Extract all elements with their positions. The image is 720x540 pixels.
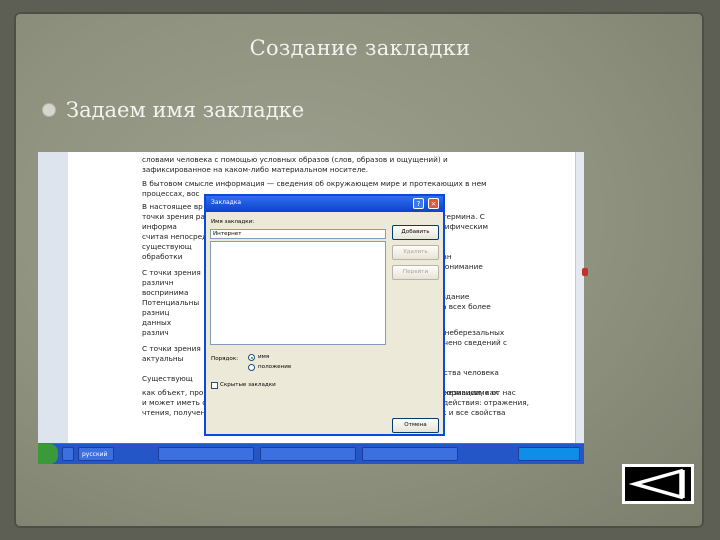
sort-label: Порядок: [211, 356, 239, 362]
start-button[interactable] [38, 444, 58, 464]
sort-by-name-label: имя [258, 354, 270, 360]
screenshot: словами человека с помощью условных обра… [38, 152, 584, 464]
document-line: зафиксированное на каком-либо материальн… [142, 165, 369, 174]
sort-by-position-label: положение [258, 364, 292, 370]
sort-by-position-radio[interactable] [248, 364, 255, 371]
taskbar-window-button[interactable] [158, 447, 254, 461]
document-line: воспринима [142, 288, 189, 297]
document-line: В бытовом смысле информация — сведения о… [142, 179, 487, 188]
document-line: процессах, вос [142, 189, 200, 198]
bookmark-name-label: Имя закладки: [211, 219, 255, 225]
quicklaunch-icon[interactable] [62, 447, 74, 461]
document-line: существующ [142, 242, 192, 251]
hidden-bookmarks-label: Скрытые закладки [220, 382, 276, 388]
document-line: С точки зрения [142, 344, 201, 353]
dialog-title: Закладка [211, 199, 242, 206]
close-icon[interactable]: × [428, 198, 439, 209]
document-line: различ [142, 328, 169, 337]
document-line: словами человека с помощью условных обра… [142, 155, 448, 164]
document-line: информа [142, 222, 177, 231]
document-line: С точки зрения [142, 268, 201, 277]
bullet-item: Задаем имя закладке [42, 98, 304, 122]
taskbar: русский [38, 443, 584, 464]
bookmark-name-input[interactable]: Интернет [210, 229, 386, 239]
bookmark-dialog: Закладка ? × Имя закладки: Интернет Доба… [204, 194, 445, 436]
slide-marker [582, 268, 588, 276]
sort-by-name-radio[interactable] [248, 354, 255, 361]
bullet-text: Задаем имя закладке [66, 98, 305, 122]
delete-button[interactable]: Удалить [392, 245, 439, 260]
document-line: актуальны [142, 354, 184, 363]
back-nav-button[interactable] [622, 464, 694, 504]
document-line: Существующ [142, 374, 193, 383]
left-navigation-rail [38, 152, 69, 444]
help-icon[interactable]: ? [413, 198, 424, 209]
goto-button[interactable]: Перейти [392, 265, 439, 280]
document-line: В настоящее вр [142, 202, 203, 211]
taskbar-window-button[interactable] [260, 447, 356, 461]
document-line: считая непосред [142, 232, 208, 241]
document-line: данных [142, 318, 172, 327]
back-triangle-icon [628, 468, 685, 500]
document-line: разниц [142, 308, 170, 317]
slide-title: Создание закладки [249, 36, 471, 60]
bullet-dot-icon [42, 103, 56, 117]
hidden-bookmarks-checkbox[interactable] [211, 382, 218, 389]
document-line: точки зрения ра [142, 212, 205, 221]
slide: Создание закладки Задаем имя закладке сл… [0, 0, 720, 540]
language-indicator[interactable]: русский [78, 447, 114, 461]
document-line: Потенциальны [142, 298, 200, 307]
document-line: различн [142, 278, 174, 287]
vertical-scrollbar[interactable] [575, 152, 584, 444]
bookmark-list[interactable] [210, 241, 386, 345]
cancel-button[interactable]: Отмена [392, 418, 439, 433]
system-tray [518, 447, 580, 461]
dialog-titlebar[interactable]: Закладка ? × [206, 196, 443, 212]
add-button[interactable]: Добавить [392, 225, 439, 240]
document-line: обработки [142, 252, 183, 261]
taskbar-window-button[interactable] [362, 447, 458, 461]
